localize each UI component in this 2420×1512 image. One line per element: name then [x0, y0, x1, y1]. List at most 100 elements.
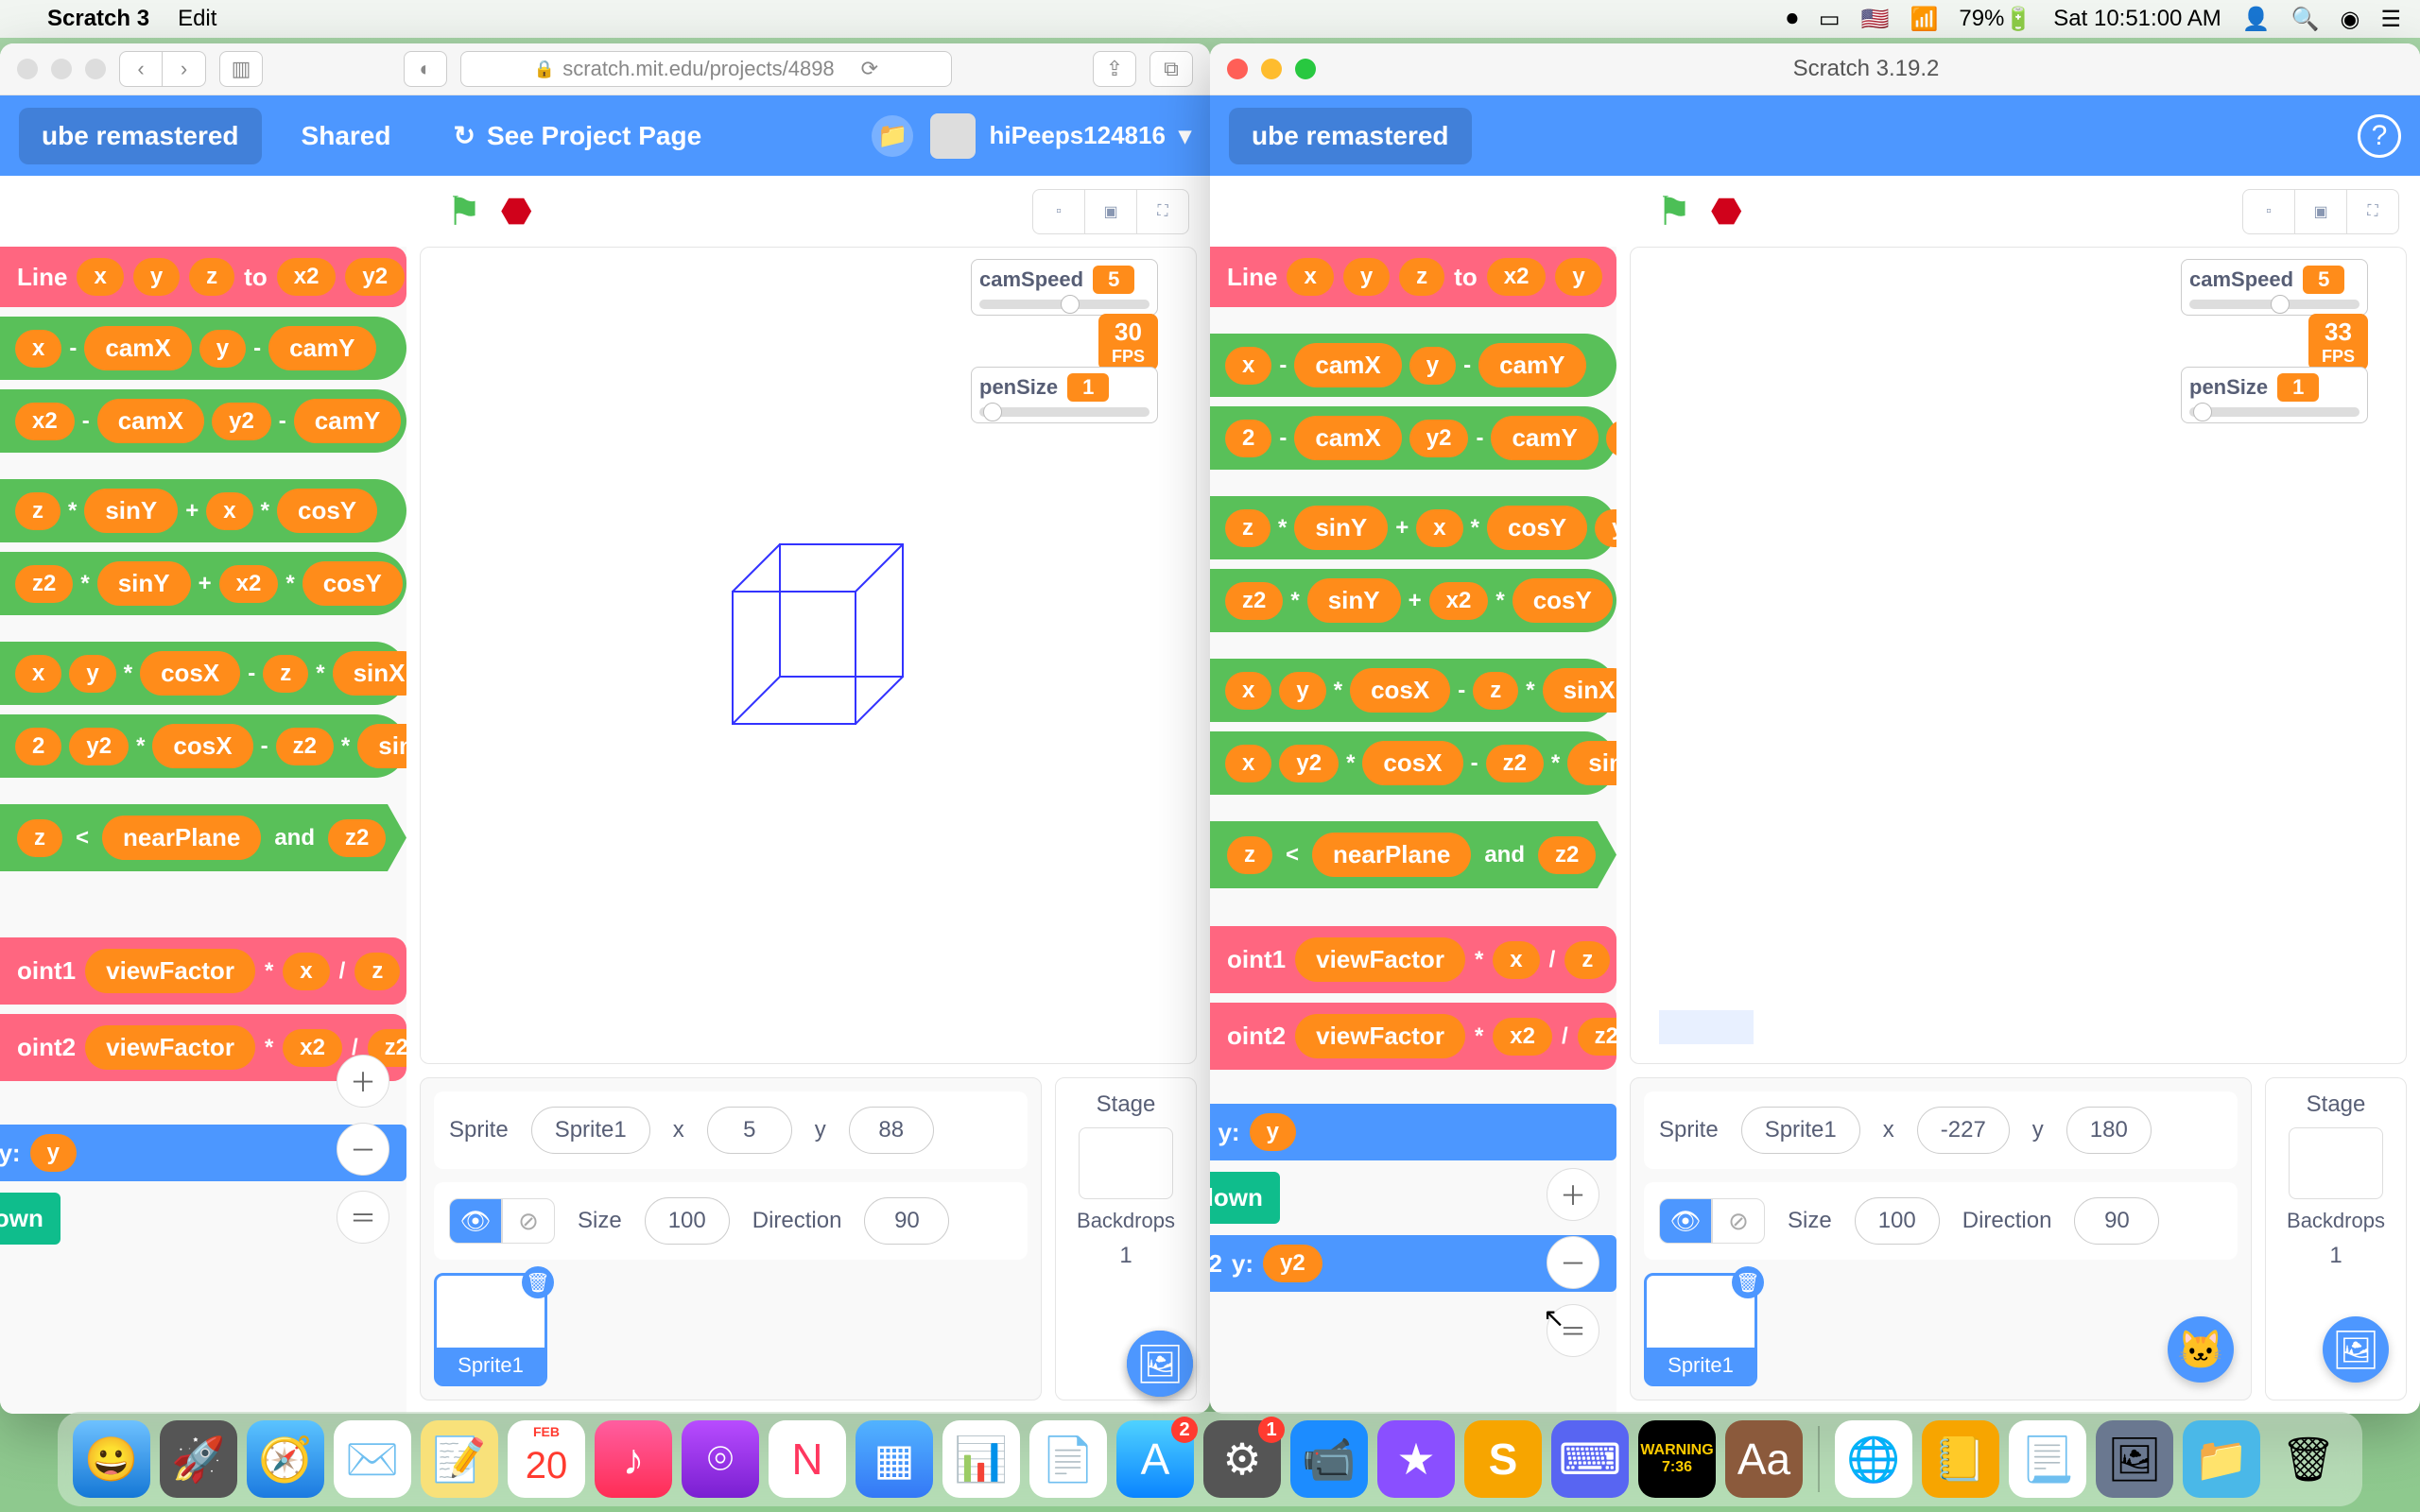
siri-icon[interactable]: ◉	[2341, 6, 2360, 33]
stage-thumbnail[interactable]	[2289, 1127, 2383, 1199]
scratch-icon[interactable]: S	[1464, 1420, 1542, 1498]
flag-icon[interactable]: 🇺🇸	[1861, 6, 1890, 33]
add-sprite-button[interactable]: 🐱	[2168, 1316, 2234, 1383]
chrome-icon[interactable]: 🌐	[1835, 1420, 1912, 1498]
folder-icon[interactable]: 📁	[872, 115, 913, 157]
preview-icon[interactable]: 🖼	[2096, 1420, 2173, 1498]
back-button[interactable]: ‹	[119, 51, 163, 87]
hide-sprite-button[interactable]: ⊘	[502, 1198, 555, 1244]
app-name[interactable]: Scratch 3	[47, 6, 149, 32]
address-bar[interactable]: 🔒 scratch.mit.edu/projects/4898 ⟳	[460, 51, 952, 87]
reader-button[interactable]: ◐	[404, 51, 447, 87]
share-button[interactable]: ⇪	[1093, 51, 1136, 87]
add-backdrop-button[interactable]: 🖼	[2323, 1316, 2389, 1383]
dictionary-icon[interactable]: Aa	[1725, 1420, 1803, 1498]
user-switch-icon[interactable]: 👤	[2242, 6, 2271, 33]
warning-icon[interactable]: WARNING7:36	[1638, 1420, 1716, 1498]
zoom-icon[interactable]: 📹	[1290, 1420, 1368, 1498]
safari-icon[interactable]: 🧭	[247, 1420, 324, 1498]
project-title[interactable]: ube remastered	[19, 108, 262, 164]
code-area[interactable]: Line xyz tox2y x-camX y-camY 2-camX y2-c…	[1210, 247, 1616, 1414]
delete-sprite-icon[interactable]: 🗑	[522, 1266, 554, 1298]
lock-icon: 🔒	[534, 60, 555, 79]
menu-edit[interactable]: Edit	[178, 6, 216, 32]
podcasts-icon[interactable]: ⌾	[682, 1420, 759, 1498]
fullscreen-button[interactable]: ⛶	[1136, 189, 1189, 234]
trash-icon[interactable]: 🗑	[2270, 1420, 2347, 1498]
screenshot-icon[interactable]: ▦	[856, 1420, 933, 1498]
sprite-y-input[interactable]: 180	[2066, 1107, 2152, 1154]
wifi-icon[interactable]: 📶	[1910, 6, 1938, 33]
battery-status[interactable]: 79% 🔋	[1959, 6, 2032, 33]
sprite-name-input[interactable]: Sprite1	[531, 1107, 650, 1154]
zoom-reset-button[interactable]: ＝	[337, 1191, 389, 1244]
numbers-icon[interactable]: 📊	[942, 1420, 1020, 1498]
zoom-in-button[interactable]: ＋	[1547, 1168, 1599, 1221]
fullscreen-button[interactable]: ⛶	[2346, 189, 2399, 234]
sprite-card[interactable]: 🗑 Sprite1	[1644, 1273, 1757, 1386]
stage-canvas[interactable]: camSpeed5 30FPS penSize1	[420, 247, 1197, 1064]
screen-record-icon[interactable]: ⏺	[1787, 6, 1798, 32]
downloads-icon[interactable]: 📁	[2183, 1420, 2260, 1498]
traffic-lights[interactable]	[17, 59, 106, 79]
discord-icon[interactable]: ⌨	[1551, 1420, 1629, 1498]
notifications-icon[interactable]: ☰	[2380, 6, 2401, 33]
sprite-y-input[interactable]: 88	[849, 1107, 934, 1154]
camspeed-monitor[interactable]: camSpeed5	[971, 259, 1158, 316]
spotlight-icon[interactable]: 🔍	[2291, 6, 2320, 33]
show-sprite-button[interactable]: 👁	[1659, 1198, 1712, 1244]
notes-icon[interactable]: 📝	[421, 1420, 498, 1498]
zoom-out-button[interactable]: －	[337, 1123, 389, 1176]
code-area[interactable]: Line xyz tox2y2 x-camX y-camY x2-camX y2…	[0, 247, 406, 1414]
finder-icon[interactable]: 😀	[73, 1420, 150, 1498]
sprite-name-input[interactable]: Sprite1	[1741, 1107, 1860, 1154]
sprite-card[interactable]: 🗑 Sprite1	[434, 1273, 547, 1386]
sprite-x-input[interactable]: 5	[707, 1107, 792, 1154]
add-backdrop-button[interactable]: 🖼	[1127, 1331, 1193, 1397]
stickies-icon[interactable]: 📒	[1922, 1420, 1999, 1498]
small-stage-button[interactable]: ▫	[1032, 189, 1085, 234]
project-title[interactable]: ube remastered	[1229, 108, 1472, 164]
appstore-icon[interactable]: A2	[1116, 1420, 1194, 1498]
stage-thumbnail[interactable]	[1079, 1127, 1173, 1199]
pensize-monitor[interactable]: penSize1	[2181, 367, 2368, 423]
textedit-icon[interactable]: 📃	[2009, 1420, 2086, 1498]
hide-sprite-button[interactable]: ⊘	[1712, 1198, 1765, 1244]
traffic-lights[interactable]	[1227, 59, 1316, 79]
large-stage-button[interactable]: ▣	[2294, 189, 2347, 234]
see-project-page[interactable]: ↻ See Project Page	[430, 107, 724, 164]
stop-button[interactable]: ⬣	[501, 190, 532, 232]
settings-icon[interactable]: ⚙1	[1203, 1420, 1281, 1498]
sprite-direction-input[interactable]: 90	[2074, 1197, 2159, 1245]
large-stage-button[interactable]: ▣	[1084, 189, 1137, 234]
show-sprite-button[interactable]: 👁	[449, 1198, 502, 1244]
tabs-button[interactable]: ⧉	[1150, 51, 1193, 87]
airplay-icon[interactable]: ▭	[1819, 6, 1841, 33]
imovie-icon[interactable]: ★	[1377, 1420, 1455, 1498]
launchpad-icon[interactable]: 🚀	[160, 1420, 237, 1498]
zoom-in-button[interactable]: ＋	[337, 1055, 389, 1108]
forward-button[interactable]: ›	[163, 51, 206, 87]
stage-canvas[interactable]: camSpeed5 33FPS penSize1	[1630, 247, 2407, 1064]
stop-button[interactable]: ⬣	[1711, 190, 1742, 232]
sprite-x-input[interactable]: -227	[1917, 1107, 2010, 1154]
zoom-out-button[interactable]: －	[1547, 1236, 1599, 1289]
calendar-icon[interactable]: FEB 20	[508, 1420, 585, 1498]
sprite-direction-input[interactable]: 90	[864, 1197, 949, 1245]
music-icon[interactable]: ♪	[595, 1420, 672, 1498]
sprite-size-input[interactable]: 100	[645, 1197, 730, 1245]
green-flag[interactable]: ⚑	[446, 188, 482, 234]
pages-icon[interactable]: 📄	[1029, 1420, 1107, 1498]
mail-icon[interactable]: ✉️	[334, 1420, 411, 1498]
reload-icon[interactable]: ⟳	[861, 57, 878, 81]
help-button[interactable]: ?	[2358, 114, 2401, 158]
sprite-size-input[interactable]: 100	[1855, 1197, 1940, 1245]
user-menu[interactable]: hiPeeps124816 ▾	[930, 113, 1191, 159]
news-icon[interactable]: N	[769, 1420, 846, 1498]
camspeed-monitor[interactable]: camSpeed5	[2181, 259, 2368, 316]
small-stage-button[interactable]: ▫	[2242, 189, 2295, 234]
delete-sprite-icon[interactable]: 🗑	[1732, 1266, 1764, 1298]
sidebar-button[interactable]: ▥	[219, 51, 263, 87]
green-flag[interactable]: ⚑	[1656, 188, 1692, 234]
pensize-monitor[interactable]: penSize1	[971, 367, 1158, 423]
